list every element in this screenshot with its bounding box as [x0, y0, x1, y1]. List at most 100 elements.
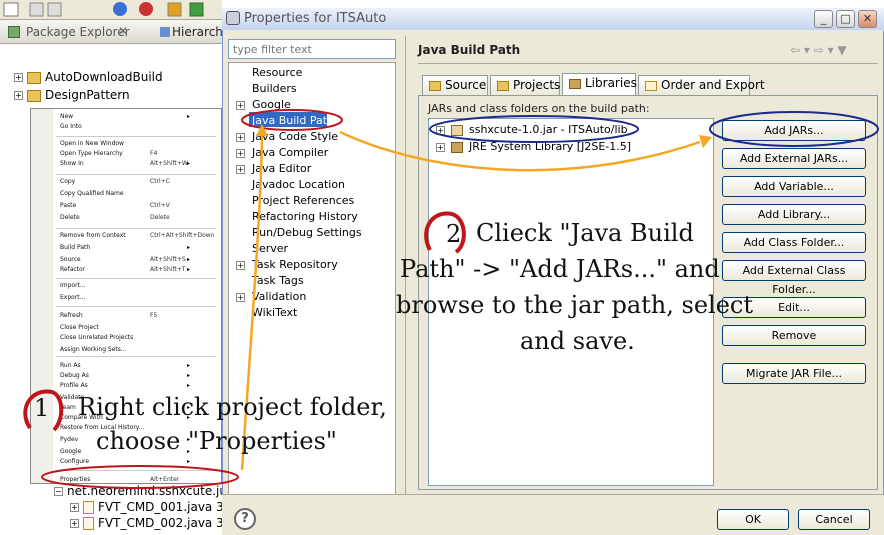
context-menu-item-label[interactable]: Open in New Window: [60, 140, 124, 147]
side-button[interactable]: Remove: [722, 325, 866, 346]
context-menu-item-label[interactable]: Copy: [60, 178, 75, 185]
tree-item-java-file[interactable]: + FVT_CMD_002.java 3: [70, 516, 224, 532]
context-menu-item-label[interactable]: Assign Working Sets...: [60, 346, 127, 353]
category-item[interactable]: Java Editor: [252, 162, 311, 175]
hierarchy-icon: [160, 27, 170, 37]
close-button[interactable]: ✕: [858, 10, 877, 28]
submenu-arrow-icon: ▸: [187, 458, 191, 465]
category-item[interactable]: Refactoring History: [252, 210, 358, 223]
tab-projects[interactable]: Projects: [490, 75, 560, 95]
category-item[interactable]: Task Tags: [252, 274, 304, 287]
tab-order-export[interactable]: Order and Export: [638, 75, 765, 95]
context-menu-item-label[interactable]: Run As: [60, 362, 81, 369]
side-button[interactable]: Migrate JAR File...: [722, 363, 866, 384]
category-item[interactable]: Google: [252, 98, 291, 111]
maximize-button[interactable]: □: [836, 10, 855, 28]
expand-icon[interactable]: +: [14, 91, 23, 100]
context-menu-item-label[interactable]: Close Project: [60, 324, 99, 331]
ok-button[interactable]: OK: [717, 509, 789, 530]
libraries-label: JARs and class folders on the build path…: [428, 102, 650, 115]
context-menu-item-label[interactable]: Remove from Context: [60, 232, 126, 239]
library-icon: [451, 141, 463, 153]
category-item[interactable]: Validation: [252, 290, 306, 303]
help-icon[interactable]: ?: [234, 508, 256, 530]
side-button[interactable]: Add External Class Folder...: [722, 260, 866, 296]
navigation-arrows-icon[interactable]: ⇦ ▾ ⇨ ▾ ▼: [790, 43, 847, 57]
context-menu-gutter: [31, 109, 53, 483]
expand-icon[interactable]: +: [236, 261, 245, 270]
close-icon[interactable]: ✕: [118, 24, 128, 38]
context-menu-item-label[interactable]: Close Unrelated Projects: [60, 334, 133, 341]
expand-icon[interactable]: +: [236, 293, 245, 302]
side-button[interactable]: Add External JARs...: [722, 148, 866, 169]
side-button[interactable]: Add Library...: [722, 204, 866, 225]
tree-item-designpattern[interactable]: + DesignPattern: [14, 88, 130, 104]
tab-source[interactable]: Source: [422, 75, 488, 95]
minimize-button[interactable]: _: [814, 10, 833, 28]
expand-icon[interactable]: +: [236, 165, 245, 174]
package-explorer-icon: [8, 26, 20, 38]
context-menu-item-label[interactable]: Open Type Hierarchy: [60, 150, 123, 157]
library-label: JRE System Library [J2SE-1.5]: [469, 140, 632, 153]
expand-icon[interactable]: +: [236, 133, 245, 142]
tab-libraries[interactable]: Libraries: [562, 73, 637, 96]
category-item[interactable]: Java Compiler: [252, 146, 328, 159]
expand-icon[interactable]: +: [14, 73, 23, 82]
expand-icon[interactable]: +: [70, 503, 79, 512]
category-item[interactable]: Server: [252, 242, 288, 255]
expand-icon[interactable]: +: [70, 519, 79, 528]
library-item-sshxcute[interactable]: + sshxcute-1.0.jar - ITSAuto/lib: [436, 123, 628, 136]
context-menu-item-label[interactable]: Pydev: [60, 436, 78, 443]
context-menu-item-label[interactable]: New: [60, 113, 73, 120]
context-menu-item-label[interactable]: Delete: [60, 214, 80, 221]
expand-icon[interactable]: +: [236, 149, 245, 158]
context-menu-item-label[interactable]: Team: [60, 404, 76, 411]
context-menu-item-label[interactable]: Source: [60, 256, 81, 263]
category-item[interactable]: Builders: [252, 82, 297, 95]
tree-item-label: FVT_CMD_001.java 3: [98, 500, 224, 514]
page-title: Java Build Path: [418, 43, 521, 57]
category-item[interactable]: Javadoc Location: [252, 178, 345, 191]
expand-icon[interactable]: +: [436, 142, 445, 152]
category-item[interactable]: Run/Debug Settings: [252, 226, 362, 239]
tree-item-package[interactable]: − net.neoremind.sshxcute.ju: [54, 484, 227, 500]
context-menu-item-label[interactable]: Copy Qualified Name: [60, 190, 124, 197]
context-menu-item-label[interactable]: Import...: [60, 282, 86, 289]
filter-input[interactable]: [228, 39, 396, 59]
context-menu-item-label[interactable]: Build Path: [60, 244, 90, 251]
context-menu-item-label[interactable]: Paste: [60, 202, 76, 209]
cancel-button[interactable]: Cancel: [798, 509, 870, 530]
context-menu-separator: [56, 136, 216, 137]
side-button[interactable]: Add JARs...: [722, 120, 866, 141]
expand-icon[interactable]: −: [54, 487, 63, 496]
tree-item-autodownloadbuild[interactable]: + AutoDownloadBuild: [14, 70, 163, 86]
category-item[interactable]: Java Build Path: [252, 114, 334, 127]
category-item[interactable]: Resource: [252, 66, 302, 79]
context-menu-item-label[interactable]: Debug As: [60, 372, 89, 379]
context-menu-item-label[interactable]: Refresh: [60, 312, 83, 319]
context-menu-separator: [56, 356, 216, 357]
context-menu-item-label[interactable]: Configure: [60, 458, 89, 465]
category-item[interactable]: WikiText: [252, 306, 297, 319]
expand-icon[interactable]: +: [436, 125, 445, 135]
context-menu-item-label[interactable]: Refactor: [60, 266, 85, 273]
context-menu-item-label[interactable]: Properties: [60, 476, 90, 483]
category-item[interactable]: Java Code Style: [252, 130, 338, 143]
context-menu-item-label[interactable]: Profile As: [60, 382, 88, 389]
context-menu-item-label[interactable]: Export...: [60, 294, 85, 301]
tab-label: Source: [445, 78, 487, 92]
library-item-jre[interactable]: + JRE System Library [J2SE-1.5]: [436, 140, 631, 153]
tree-item-java-file[interactable]: + FVT_CMD_001.java 3: [70, 500, 224, 516]
context-menu-item-label[interactable]: Go Into: [60, 123, 82, 130]
category-item[interactable]: Project References: [252, 194, 354, 207]
expand-icon[interactable]: +: [236, 101, 245, 110]
step2-text-line2: Path" -> "Add JARs..." and: [400, 255, 720, 283]
context-menu-item-label[interactable]: Google: [60, 448, 81, 455]
submenu-arrow-icon: ▸: [187, 160, 191, 167]
package-explorer-tab[interactable]: Package Explorer: [26, 25, 130, 39]
context-menu-item-label[interactable]: Show In: [60, 160, 84, 167]
side-button[interactable]: Add Variable...: [722, 176, 866, 197]
context-menu-shortcut: Alt+Shift+W: [150, 160, 188, 167]
category-item[interactable]: Task Repository: [252, 258, 338, 271]
side-button[interactable]: Add Class Folder...: [722, 232, 866, 253]
